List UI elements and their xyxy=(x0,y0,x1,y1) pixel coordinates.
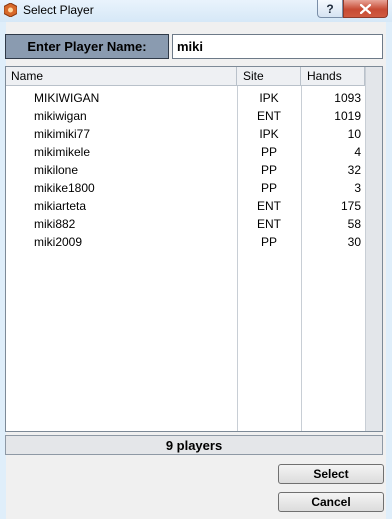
player-count-status: 9 players xyxy=(5,435,383,455)
column-header-name[interactable]: Name xyxy=(6,67,237,85)
player-name-input[interactable] xyxy=(172,34,383,59)
cell-site: ENT xyxy=(257,109,281,123)
cell-site: ENT xyxy=(257,199,281,213)
help-icon: ? xyxy=(326,1,334,16)
table-row[interactable]: miki882 ENT 58 xyxy=(6,215,365,233)
column-header-site[interactable]: Site xyxy=(237,67,301,85)
column-header-hands[interactable]: Hands xyxy=(301,67,365,85)
close-icon xyxy=(360,3,371,14)
table-row[interactable]: mikimikele PP 4 xyxy=(6,143,365,161)
cell-hands: 32 xyxy=(347,163,361,177)
players-table[interactable]: Name Site Hands MIKIWIGAN IPK 1093 mikiw… xyxy=(5,66,383,432)
player-name-label: Enter Player Name: xyxy=(5,34,169,59)
cell-hands: 3 xyxy=(354,181,361,195)
window-title: Select Player xyxy=(23,3,94,17)
cell-site: PP xyxy=(260,145,277,159)
title-bar: Select Player ? xyxy=(0,0,392,22)
cell-player-name: mikiarteta xyxy=(34,199,87,213)
close-button[interactable] xyxy=(343,0,388,18)
help-button[interactable]: ? xyxy=(317,0,343,18)
table-row[interactable]: mikimiki77 IPK 10 xyxy=(6,125,365,143)
cell-site: ENT xyxy=(257,217,281,231)
cancel-button[interactable]: Cancel xyxy=(278,492,384,512)
cell-hands: 30 xyxy=(347,235,361,249)
cell-player-name: mikimiki77 xyxy=(34,127,91,141)
cell-player-name: miki2009 xyxy=(34,235,83,249)
table-header: Name Site Hands xyxy=(6,67,382,86)
cell-player-name: MIKIWIGAN xyxy=(34,91,100,105)
table-scrollbar[interactable] xyxy=(365,67,382,431)
cell-player-name: miki882 xyxy=(34,217,76,231)
cell-player-name: mikike1800 xyxy=(34,181,95,195)
cell-hands: 1093 xyxy=(334,91,361,105)
cell-hands: 175 xyxy=(340,199,361,213)
cell-site: IPK xyxy=(259,91,279,105)
app-icon xyxy=(4,3,17,17)
cell-player-name: mikimikele xyxy=(34,145,91,159)
cell-hands: 4 xyxy=(354,145,361,159)
table-row[interactable]: MIKIWIGAN IPK 1093 xyxy=(6,89,365,107)
cell-hands: 1019 xyxy=(334,109,361,123)
cell-player-name: mikilone xyxy=(34,163,79,177)
cell-site: PP xyxy=(260,235,277,249)
cell-site: PP xyxy=(260,163,277,177)
select-button[interactable]: Select xyxy=(278,464,384,484)
table-row[interactable]: miki2009 PP 30 xyxy=(6,233,365,251)
cell-hands: 58 xyxy=(347,217,361,231)
table-row[interactable]: mikiarteta ENT 175 xyxy=(6,197,365,215)
cell-site: PP xyxy=(260,181,277,195)
cell-hands: 10 xyxy=(347,127,361,141)
table-row[interactable]: mikike1800 PP 3 xyxy=(6,179,365,197)
table-row[interactable]: mikiwigan ENT 1019 xyxy=(6,107,365,125)
cell-player-name: mikiwigan xyxy=(34,109,87,123)
cell-site: IPK xyxy=(259,127,279,141)
table-row[interactable]: mikilone PP 32 xyxy=(6,161,365,179)
